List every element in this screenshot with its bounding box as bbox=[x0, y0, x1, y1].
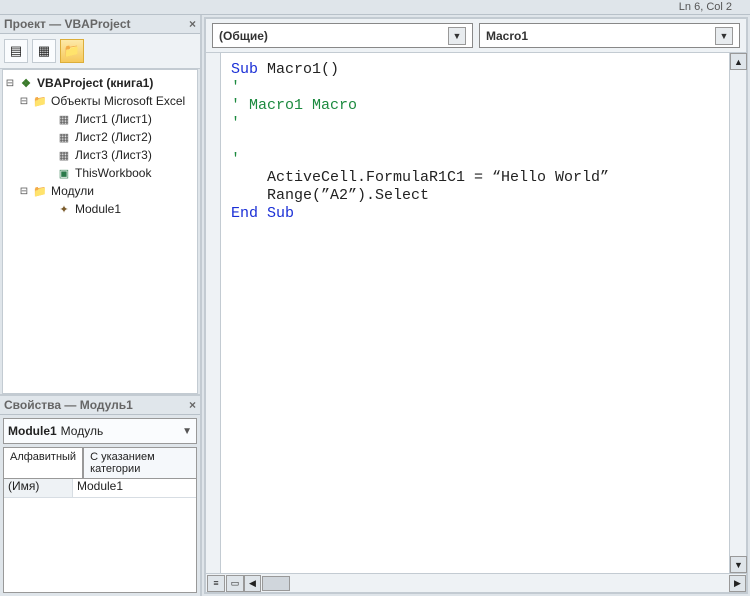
tree-vbaproject[interactable]: ⊟ ❖ VBAProject (книга1) bbox=[5, 74, 195, 92]
vbe-window: Ln 6, Col 2 Проект — VBAProject × ▤ ▦ 📁 … bbox=[0, 0, 750, 596]
dropdown-arrow-icon: ▼ bbox=[715, 27, 733, 45]
tree-sheet1-label: Лист1 (Лист1) bbox=[75, 112, 152, 126]
tree-sheet3[interactable]: ▦ Лист3 (Лист3) bbox=[5, 146, 195, 164]
properties-grid[interactable]: (Имя) Module1 bbox=[3, 478, 197, 593]
code-area: Sub Macro1() ' ' Macro1 Macro ' ' Active… bbox=[206, 53, 746, 573]
view-object-button[interactable]: ▦ bbox=[32, 39, 56, 63]
tree-sheet2[interactable]: ▦ Лист2 (Лист2) bbox=[5, 128, 195, 146]
scroll-up-icon[interactable]: ▲ bbox=[730, 53, 747, 70]
main-area: Проект — VBAProject × ▤ ▦ 📁 ⊟ ❖ VBAProje… bbox=[0, 15, 750, 596]
project-explorer-close-icon[interactable]: × bbox=[189, 17, 196, 31]
code-text: Range(”A2”).Select bbox=[231, 187, 429, 204]
top-toolbar: Ln 6, Col 2 bbox=[0, 0, 750, 15]
project-toolbar: ▤ ▦ 📁 bbox=[0, 34, 200, 69]
tree-module1-label: Module1 bbox=[75, 202, 121, 216]
properties-object-type: Модуль bbox=[61, 424, 104, 438]
procedure-dropdown-value: Macro1 bbox=[486, 29, 528, 43]
tab-alphabetic[interactable]: Алфавитный bbox=[3, 447, 83, 478]
project-explorer-label: Проект — VBAProject bbox=[4, 17, 131, 31]
tree-thisworkbook-label: ThisWorkbook bbox=[75, 166, 151, 180]
scroll-down-icon[interactable]: ▼ bbox=[730, 556, 747, 573]
dropdown-arrow-icon: ▼ bbox=[448, 27, 466, 45]
code-window: (Общие) ▼ Macro1 ▼ Sub Macro1() ' ' Macr… bbox=[204, 17, 748, 594]
comment: ' bbox=[231, 115, 240, 132]
properties-pane: Свойства — Модуль1 × Module1 Модуль ▼ Ал… bbox=[0, 394, 200, 596]
collapse-icon[interactable]: ⊟ bbox=[19, 96, 29, 107]
toggle-folders-button[interactable]: 📁 bbox=[60, 39, 84, 63]
tree-vbaproject-label: VBAProject (книга1) bbox=[37, 76, 153, 90]
object-dropdown[interactable]: (Общие) ▼ bbox=[212, 23, 473, 48]
workbook-icon: ▣ bbox=[57, 166, 71, 180]
comment: ' Macro1 Macro bbox=[231, 97, 357, 114]
cursor-position: Ln 6, Col 2 bbox=[679, 1, 732, 13]
project-explorer-title: Проект — VBAProject × bbox=[0, 15, 200, 34]
keyword-sub: Sub bbox=[231, 61, 258, 78]
collapse-icon[interactable]: ⊟ bbox=[5, 78, 15, 89]
properties-close-icon[interactable]: × bbox=[189, 398, 196, 412]
code-text: Macro1() bbox=[258, 61, 339, 78]
left-column: Проект — VBAProject × ▤ ▦ 📁 ⊟ ❖ VBAProje… bbox=[0, 15, 202, 596]
full-module-view-button[interactable]: ▭ bbox=[226, 575, 244, 592]
tree-sheet2-label: Лист2 (Лист2) bbox=[75, 130, 152, 144]
keyword-end: End bbox=[231, 205, 258, 222]
worksheet-icon: ▦ bbox=[57, 130, 71, 144]
comment: ' bbox=[231, 151, 240, 168]
tree-modules-label: Модули bbox=[51, 184, 94, 198]
vba-project-icon: ❖ bbox=[19, 76, 33, 90]
tree-modules-folder[interactable]: ⊟ 📁 Модули bbox=[5, 182, 195, 200]
property-value[interactable]: Module1 bbox=[73, 479, 196, 497]
object-dropdown-value: (Общие) bbox=[219, 29, 268, 43]
keyword-sub: Sub bbox=[267, 205, 294, 222]
tree-sheet1[interactable]: ▦ Лист1 (Лист1) bbox=[5, 110, 195, 128]
properties-tabs: Алфавитный С указанием категории bbox=[3, 447, 197, 478]
tree-module1[interactable]: ✦ Module1 bbox=[5, 200, 195, 218]
property-row-name[interactable]: (Имя) Module1 bbox=[4, 479, 196, 498]
worksheet-icon: ▦ bbox=[57, 112, 71, 126]
scroll-thumb[interactable] bbox=[262, 576, 290, 591]
tree-objects-label: Объекты Microsoft Excel bbox=[51, 94, 185, 108]
properties-label: Свойства — Модуль1 bbox=[4, 398, 133, 412]
horizontal-scrollbar[interactable]: ≡ ▭ ◀ ▶ bbox=[206, 573, 746, 592]
code-editor[interactable]: Sub Macro1() ' ' Macro1 Macro ' ' Active… bbox=[221, 53, 729, 573]
margin-indicator[interactable] bbox=[206, 53, 221, 573]
tree-sheet3-label: Лист3 (Лист3) bbox=[75, 148, 152, 162]
scroll-right-icon[interactable]: ▶ bbox=[729, 575, 746, 592]
tree-objects-folder[interactable]: ⊟ 📁 Объекты Microsoft Excel bbox=[5, 92, 195, 110]
comment: ' bbox=[231, 79, 240, 96]
properties-title: Свойства — Модуль1 × bbox=[0, 396, 200, 415]
view-code-button[interactable]: ▤ bbox=[4, 39, 28, 63]
code-text bbox=[231, 133, 240, 150]
property-key: (Имя) bbox=[4, 479, 73, 497]
code-text: ActiveCell.FormulaR1C1 = “Hello World” bbox=[231, 169, 609, 186]
folder-icon: 📁 bbox=[33, 94, 47, 108]
properties-object-dropdown[interactable]: Module1 Модуль ▼ bbox=[3, 418, 197, 444]
scroll-left-icon[interactable]: ◀ bbox=[244, 575, 261, 592]
tree-thisworkbook[interactable]: ▣ ThisWorkbook bbox=[5, 164, 195, 182]
project-tree[interactable]: ⊟ ❖ VBAProject (книга1) ⊟ 📁 Объекты Micr… bbox=[2, 69, 198, 394]
folder-icon: 📁 bbox=[33, 184, 47, 198]
code-dropdown-row: (Общие) ▼ Macro1 ▼ bbox=[206, 19, 746, 53]
module-icon: ✦ bbox=[57, 202, 71, 216]
vertical-scrollbar[interactable]: ▲ ▼ bbox=[729, 53, 746, 573]
procedure-dropdown[interactable]: Macro1 ▼ bbox=[479, 23, 740, 48]
collapse-icon[interactable]: ⊟ bbox=[19, 186, 29, 197]
procedure-view-button[interactable]: ≡ bbox=[207, 575, 225, 592]
code-text bbox=[258, 205, 267, 222]
properties-object-name: Module1 bbox=[8, 424, 57, 438]
tab-categorized[interactable]: С указанием категории bbox=[83, 447, 197, 478]
worksheet-icon: ▦ bbox=[57, 148, 71, 162]
dropdown-arrow-icon: ▼ bbox=[182, 426, 192, 437]
